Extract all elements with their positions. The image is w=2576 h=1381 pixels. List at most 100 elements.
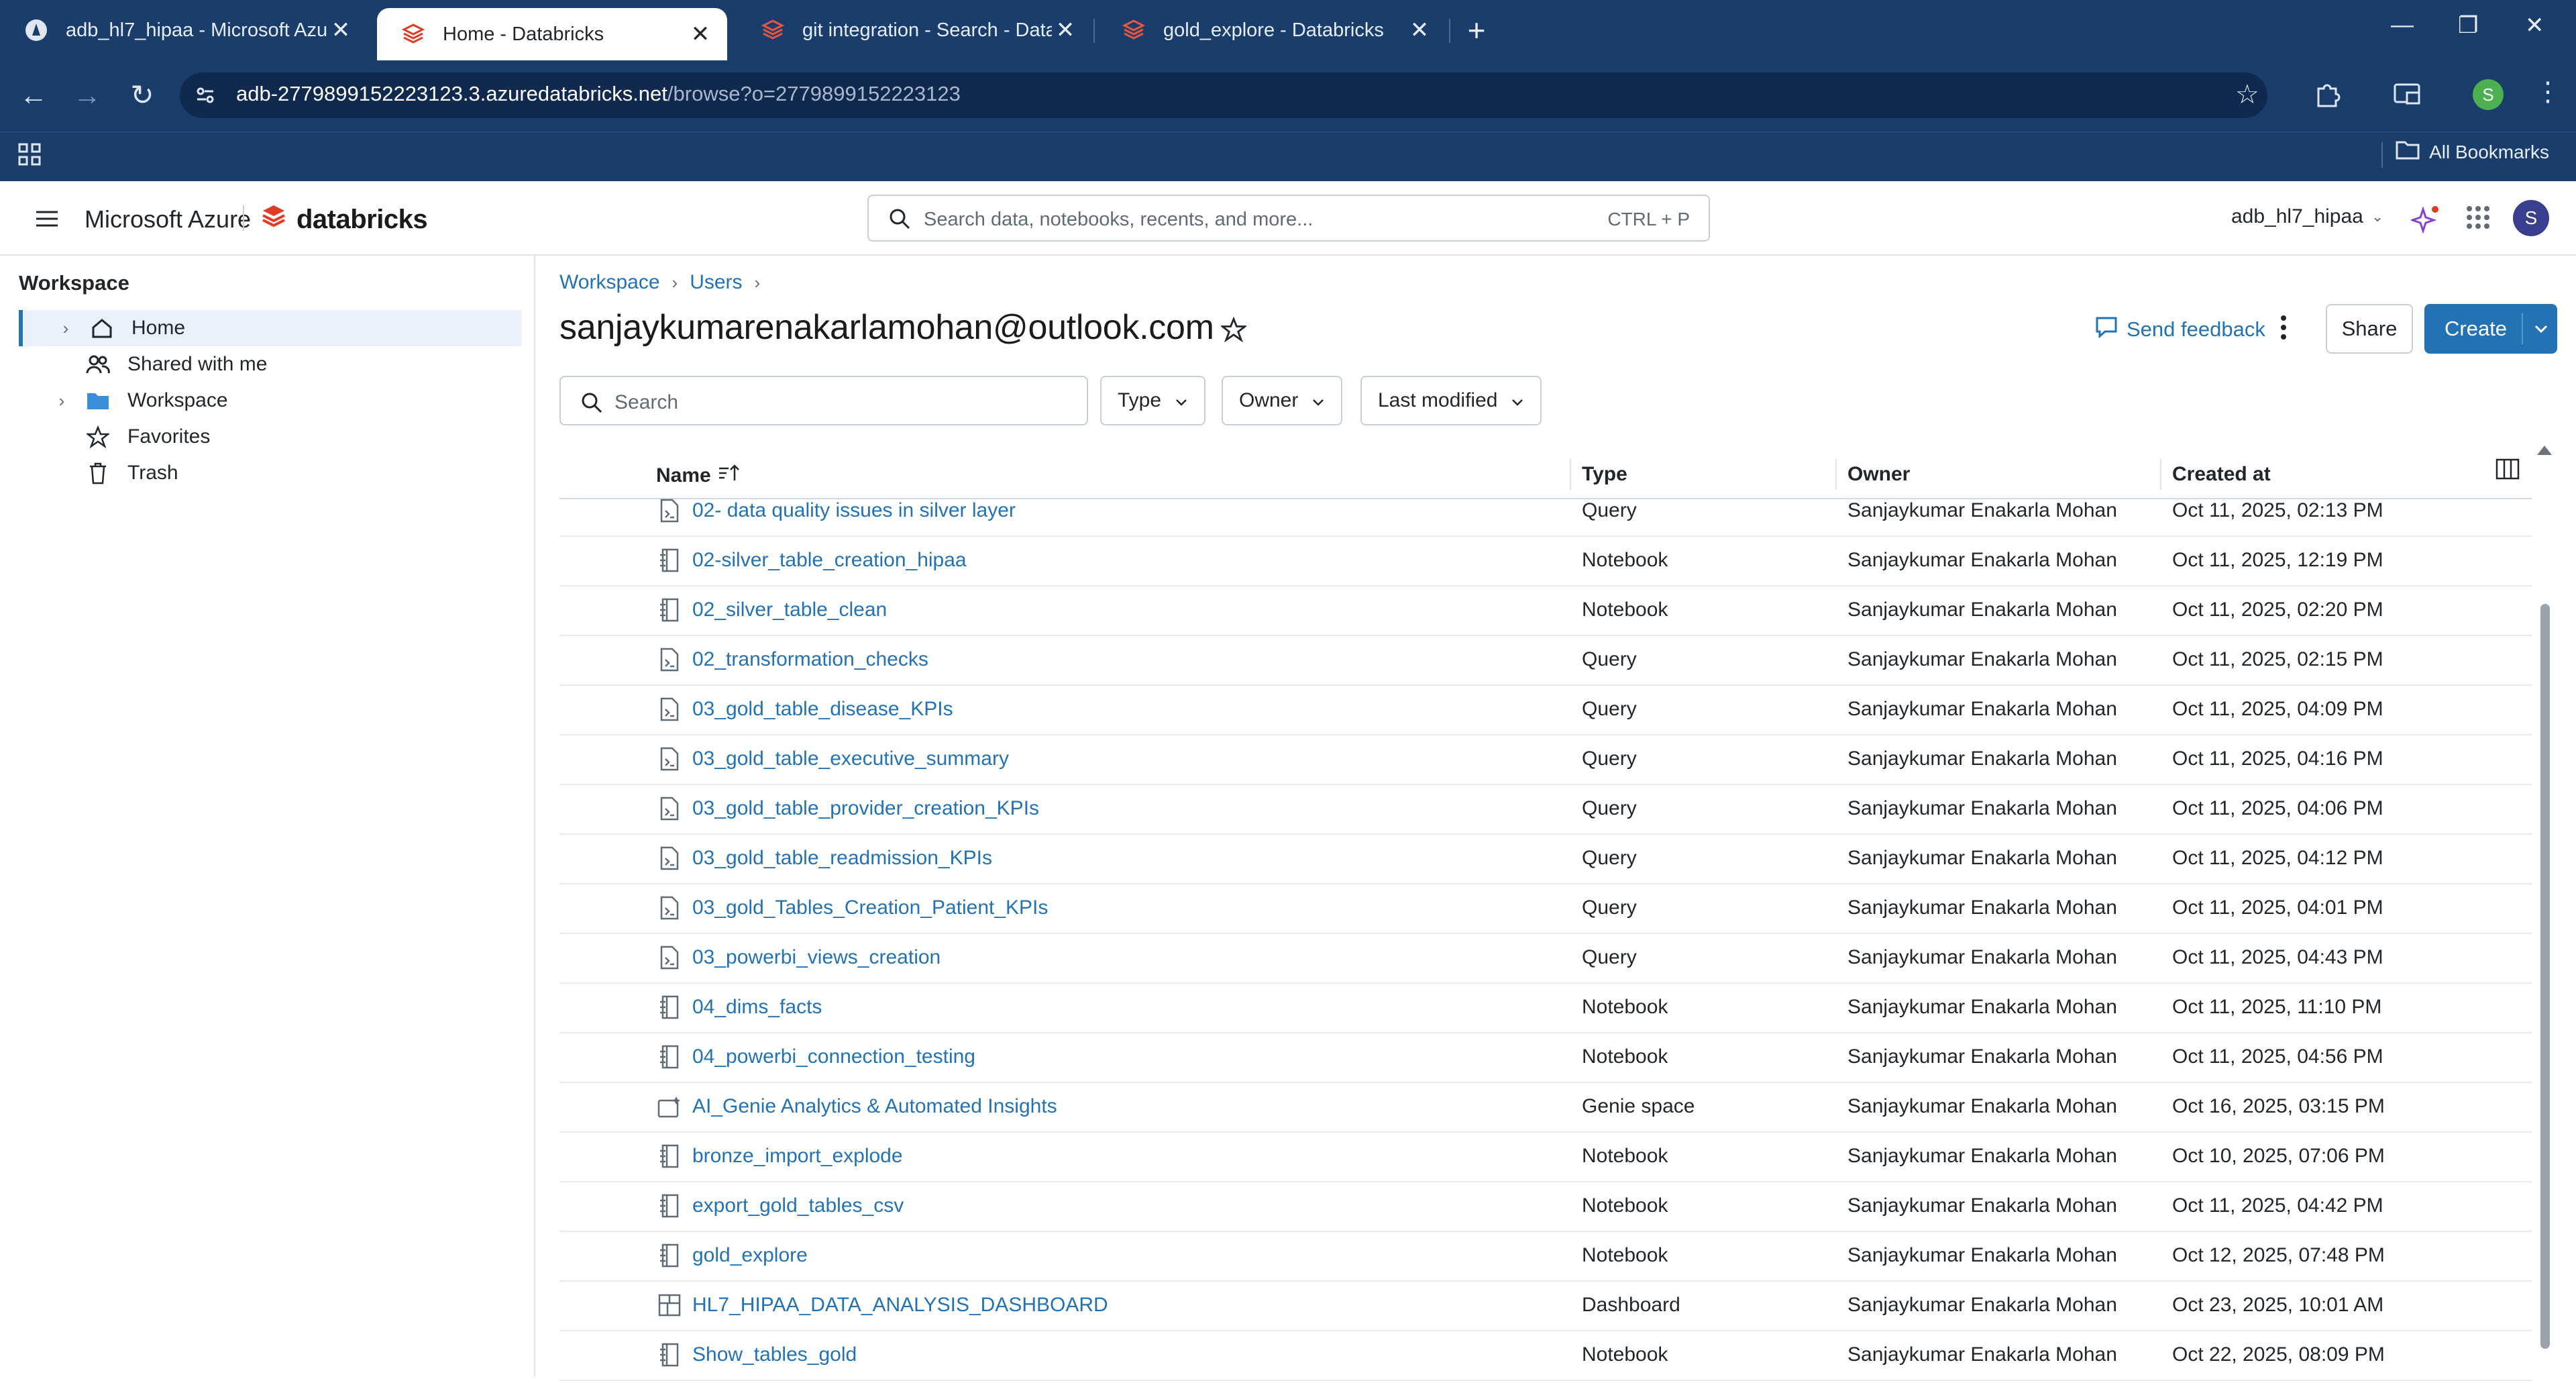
table-row[interactable]: bronze_import_explode Notebook Sanjaykumar… — [559, 1131, 2532, 1182]
reload-button[interactable]: ↻ — [125, 78, 160, 113]
forward-button[interactable]: → — [70, 78, 105, 113]
sidebar-item-shared[interactable]: Shared with me — [19, 346, 522, 382]
row-name[interactable]: AI_Genie Analytics & Automated Insights — [692, 1095, 1057, 1118]
row-name-link[interactable]: 02_silver_table_clean — [656, 585, 887, 635]
row-name[interactable]: 03_powerbi_views_creation — [692, 946, 941, 969]
chevron-right-icon[interactable]: › — [48, 391, 75, 411]
row-name-link[interactable]: 03_powerbi_views_creation — [656, 933, 941, 982]
row-name-link[interactable]: 03_gold_table_readmission_KPIs — [656, 833, 992, 883]
row-name-link[interactable]: 04_powerbi_connection_testing — [656, 1032, 975, 1082]
table-row[interactable]: 02_transformation_checks Query Sanjaykumar… — [559, 635, 2532, 686]
row-name-link[interactable]: 02- data quality issues in silver layer — [656, 486, 1016, 535]
back-button[interactable]: ← — [16, 78, 51, 113]
all-bookmarks-button[interactable]: All Bookmarks — [2396, 140, 2549, 164]
profile-avatar[interactable]: S — [2473, 79, 2504, 110]
table-row[interactable]: 04_dims_facts Notebook Sanjaykumar Enakarl… — [559, 982, 2532, 1033]
row-name-link[interactable]: gold_explore — [656, 1231, 808, 1280]
column-header-created[interactable]: Created at — [2172, 463, 2271, 486]
table-row[interactable]: 04_powerbi_connection_testing Notebook San… — [559, 1032, 2532, 1083]
table-row[interactable]: 03_gold_Tables_Creation_Patient_KPIs Quer… — [559, 883, 2532, 934]
sidebar-item-favorites[interactable]: Favorites — [19, 419, 522, 455]
table-row[interactable]: 02- data quality issues in silver layer Q… — [559, 486, 2532, 537]
browser-menu-icon[interactable]: ⋮ — [2534, 76, 2561, 107]
row-name[interactable]: 02_transformation_checks — [692, 648, 928, 671]
row-name[interactable]: gold_explore — [692, 1244, 808, 1267]
table-row[interactable]: gold_explore Notebook Sanjaykumar Enakarla… — [559, 1231, 2532, 1282]
favorite-star-icon[interactable] — [1220, 316, 1248, 346]
workspace-switcher[interactable]: adb_hl7_hipaa ⌄ — [2231, 205, 2383, 228]
breadcrumb-workspace[interactable]: Workspace — [559, 271, 660, 294]
row-name[interactable]: 03_gold_table_executive_summary — [692, 748, 1009, 770]
table-row[interactable]: 03_gold_table_provider_creation_KPIs Quer… — [559, 784, 2532, 835]
table-row[interactable]: 03_gold_table_disease_KPIs Query Sanjaykum… — [559, 684, 2532, 735]
assistant-sparkle-icon[interactable] — [2409, 204, 2440, 237]
table-row[interactable]: 02-silver_table_creation_hipaa Notebook Sa… — [559, 535, 2532, 586]
row-name[interactable]: 02_silver_table_clean — [692, 599, 887, 621]
cast-icon[interactable] — [2392, 81, 2422, 111]
share-button[interactable]: Share — [2326, 304, 2413, 354]
row-name[interactable]: bronze_import_explode — [692, 1145, 903, 1168]
table-row[interactable]: Show_tables_gold Notebook Sanjaykumar Enak… — [559, 1330, 2532, 1381]
row-name-link[interactable]: 03_gold_Tables_Creation_Patient_KPIs — [656, 883, 1048, 933]
table-row[interactable]: HL7_HIPAA_DATA_ANALYSIS_DASHBOARD Dashboa… — [559, 1280, 2532, 1331]
row-name[interactable]: HL7_HIPAA_DATA_ANALYSIS_DASHBOARD — [692, 1294, 1108, 1317]
browser-tab-gold-explore[interactable]: gold_explore - Databricks ✕ — [1097, 8, 1446, 52]
type-filter[interactable]: Type — [1100, 376, 1206, 425]
table-row[interactable]: 03_gold_table_executive_summary Query Sanj… — [559, 734, 2532, 785]
scroll-up-arrow[interactable] — [2537, 446, 2552, 455]
more-options-icon[interactable] — [2278, 314, 2289, 344]
row-name[interactable]: 03_gold_Tables_Creation_Patient_KPIs — [692, 897, 1048, 919]
row-name[interactable]: 02- data quality issues in silver layer — [692, 499, 1016, 522]
new-tab-button[interactable]: + — [1460, 13, 1493, 47]
row-name-link[interactable]: 03_gold_table_provider_creation_KPIs — [656, 784, 1039, 833]
table-row[interactable]: 03_gold_table_readmission_KPIs Query Sanja… — [559, 833, 2532, 884]
table-row[interactable]: 03_powerbi_views_creation Query Sanjaykuma… — [559, 933, 2532, 984]
row-name[interactable]: 02-silver_table_creation_hipaa — [692, 549, 967, 572]
browser-tab-git-search[interactable]: git integration - Search - Datab ✕ — [737, 8, 1092, 52]
site-info-icon[interactable] — [193, 83, 217, 107]
sidebar-item-workspace[interactable]: › Workspace — [19, 382, 522, 419]
close-tab-icon[interactable]: ✕ — [1406, 17, 1433, 44]
minimize-window-icon[interactable]: — — [2391, 12, 2414, 38]
sidebar-item-trash[interactable]: Trash — [19, 455, 522, 491]
column-header-type[interactable]: Type — [1582, 463, 1627, 486]
column-settings-icon[interactable] — [2496, 458, 2520, 484]
browser-tab-home[interactable]: Home - Databricks ✕ — [377, 8, 727, 60]
row-name[interactable]: 03_gold_table_readmission_KPIs — [692, 847, 992, 870]
databricks-logo[interactable]: databricks — [260, 203, 428, 236]
row-name-link[interactable]: 03_gold_table_disease_KPIs — [656, 684, 953, 734]
menu-icon[interactable] — [35, 209, 59, 232]
scrollbar-thumb[interactable] — [2540, 604, 2550, 1349]
column-header-owner[interactable]: Owner — [1847, 463, 1910, 486]
sort-ascending-icon[interactable] — [718, 463, 741, 489]
sidebar-item-home[interactable]: › Home — [19, 310, 522, 346]
row-name[interactable]: 03_gold_table_disease_KPIs — [692, 698, 953, 721]
global-search-input[interactable]: Search data, notebooks, recents, and mor… — [867, 195, 1710, 242]
extensions-icon[interactable] — [2313, 79, 2343, 112]
close-tab-icon[interactable]: ✕ — [327, 17, 354, 44]
app-launcher-icon[interactable] — [2466, 205, 2490, 233]
row-name[interactable]: 04_powerbi_connection_testing — [692, 1045, 975, 1068]
row-name-link[interactable]: 04_dims_facts — [656, 982, 822, 1032]
row-name-link[interactable]: 02_transformation_checks — [656, 635, 928, 684]
row-name[interactable]: 03_gold_table_provider_creation_KPIs — [692, 797, 1039, 820]
owner-filter[interactable]: Owner — [1222, 376, 1343, 425]
column-header-name[interactable]: Name — [656, 463, 741, 489]
close-tab-icon[interactable]: ✕ — [687, 21, 714, 48]
row-name-link[interactable]: 02-silver_table_creation_hipaa — [656, 535, 967, 585]
file-search-input[interactable]: Search — [559, 376, 1088, 425]
row-name-link[interactable]: bronze_import_explode — [656, 1131, 903, 1181]
apps-grid-icon[interactable] — [17, 142, 42, 170]
row-name-link[interactable]: AI_Genie Analytics & Automated Insights — [656, 1082, 1057, 1131]
restore-window-icon[interactable]: ❐ — [2458, 12, 2478, 39]
browser-tab-azure[interactable]: adb_hl7_hipaa - Microsoft Azur ✕ — [0, 8, 368, 52]
table-row[interactable]: 02_silver_table_clean Notebook Sanjaykumar… — [559, 585, 2532, 636]
send-feedback-link[interactable]: Send feedback — [2094, 315, 2265, 344]
table-row[interactable]: AI_Genie Analytics & Automated Insights G… — [559, 1082, 2532, 1133]
bookmark-star-icon[interactable]: ☆ — [2235, 79, 2259, 110]
chevron-right-icon[interactable]: › — [52, 318, 79, 339]
row-name-link[interactable]: export_gold_tables_csv — [656, 1181, 904, 1231]
user-avatar[interactable]: S — [2513, 200, 2549, 236]
create-button[interactable]: Create — [2424, 304, 2557, 354]
table-row[interactable]: export_gold_tables_csv Notebook Sanjaykuma… — [559, 1181, 2532, 1232]
